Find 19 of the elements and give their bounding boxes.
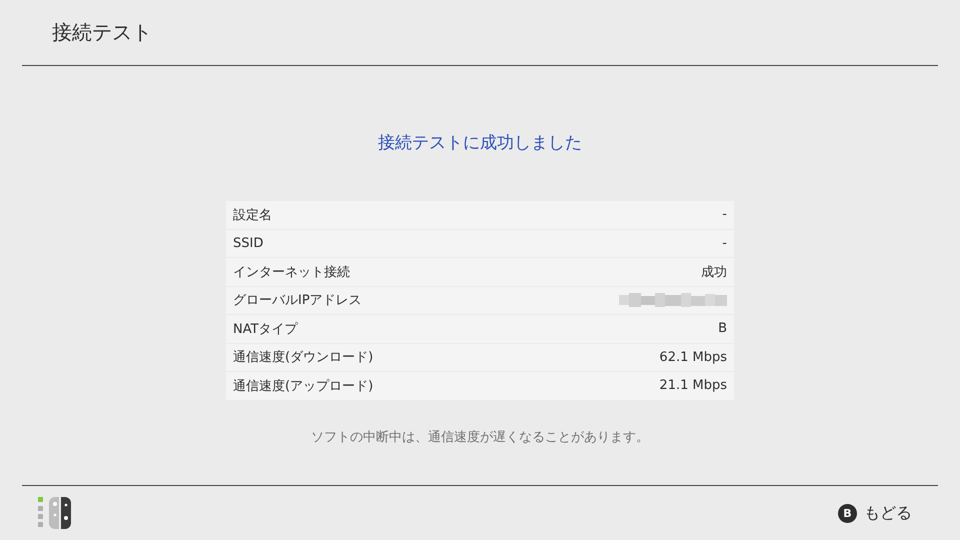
- note-text: ソフトの中断中は、通信速度が遅くなることがあります。: [311, 428, 649, 446]
- row-label: グローバルIPアドレス: [233, 292, 362, 310]
- row-label: 通信速度(ダウンロード): [233, 349, 374, 366]
- row-value: B: [718, 321, 727, 336]
- back-button[interactable]: B もどる: [836, 500, 914, 526]
- row-label: 設定名: [233, 206, 272, 224]
- result-message: 接続テストに成功しました: [378, 132, 582, 154]
- row-label: SSID: [233, 236, 264, 251]
- row-value: 成功: [701, 264, 727, 281]
- b-key-icon: B: [838, 504, 857, 522]
- row-value: 21.1 Mbps: [659, 378, 727, 394]
- row-value: -: [722, 236, 727, 251]
- row-label: インターネット接続: [233, 264, 350, 281]
- row-value: 62.1 Mbps: [659, 350, 727, 365]
- row-value: -: [722, 207, 727, 222]
- row-label: 通信速度(アップロード): [233, 378, 374, 395]
- blurred-value-icon: [619, 293, 727, 308]
- row-label: NATタイプ: [233, 320, 298, 338]
- screen-title: 接続テスト: [52, 19, 152, 46]
